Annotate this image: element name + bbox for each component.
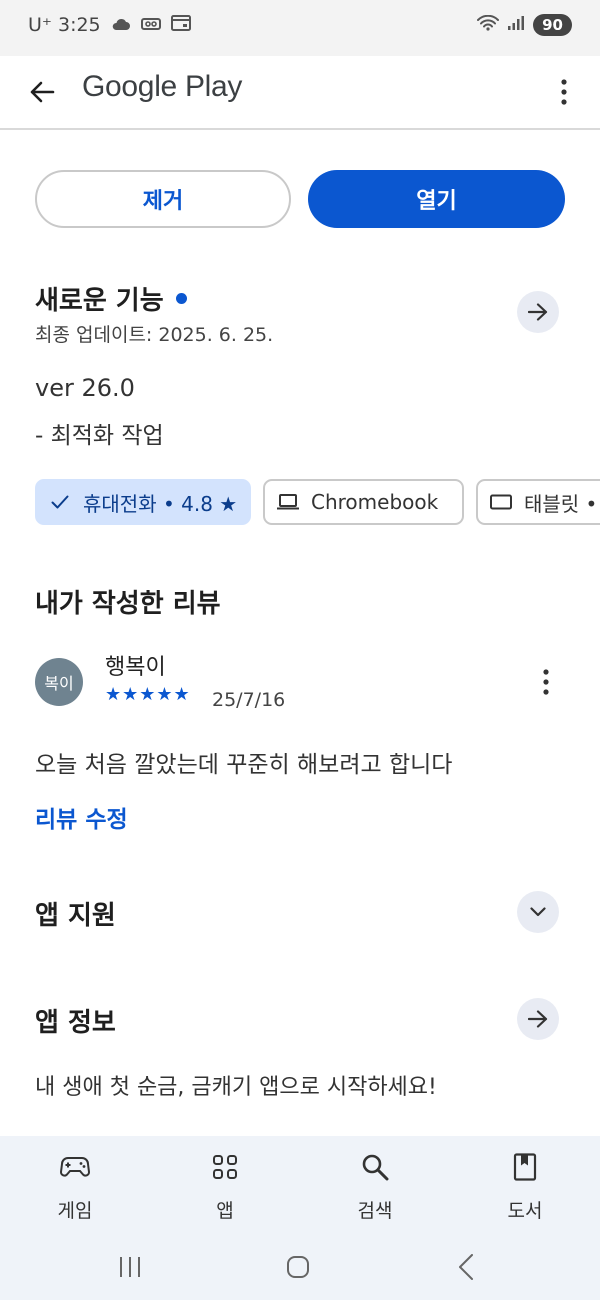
chip-tablet[interactable]: 태블릿 •: [476, 479, 600, 525]
battery-indicator: 90: [533, 14, 572, 36]
chip-label: Chromebook: [311, 490, 439, 514]
system-nav-bar: [0, 1234, 600, 1300]
tablet-icon: [490, 491, 512, 513]
chip-phone[interactable]: 휴대전화 • 4.8 ★: [35, 479, 251, 525]
reviewer-name: 행복이: [105, 655, 166, 680]
about-app-title[interactable]: 앱 정보: [35, 1002, 116, 1039]
arrow-back-icon: [30, 81, 55, 103]
avatar: 복이: [35, 658, 83, 706]
nav-search[interactable]: 검색: [315, 1136, 435, 1234]
gamepad-icon: [60, 1152, 90, 1182]
review-text: 오늘 처음 깔았는데 꾸준히 해보려고 합니다: [35, 752, 453, 778]
chip-label: 휴대전화 • 4.8 ★: [83, 491, 238, 516]
nav-label: 도서: [507, 1200, 543, 1222]
nav-books[interactable]: 도서: [465, 1136, 585, 1234]
cloud-icon: [111, 14, 131, 36]
laptop-icon: [277, 491, 299, 513]
open-button[interactable]: 열기: [308, 170, 565, 228]
arrow-forward-icon: [528, 1010, 548, 1028]
nav-label: 검색: [357, 1200, 393, 1222]
remove-button[interactable]: 제거: [35, 170, 291, 228]
chip-label: 태블릿 •: [524, 491, 598, 516]
app-bar: Google Play: [0, 56, 600, 130]
nav-label: 앱: [216, 1200, 234, 1222]
nav-games[interactable]: 게임: [15, 1136, 135, 1234]
whats-new-title[interactable]: 새로운 기능: [35, 280, 187, 317]
my-review-title: 내가 작성한 리뷰: [35, 589, 221, 619]
more-vert-icon: [561, 79, 567, 105]
nav-apps[interactable]: 앱: [165, 1136, 285, 1234]
arrow-forward-icon: [528, 303, 548, 321]
wifi-icon: [477, 14, 500, 35]
home-button[interactable]: [278, 1252, 318, 1282]
app-support-expand-button[interactable]: [517, 891, 559, 933]
release-notes: - 최적화 작업: [35, 423, 164, 449]
about-description: 내 생애 첫 순금, 금캐기 앱으로 시작하세요!: [35, 1075, 437, 1100]
about-app-arrow-button[interactable]: [517, 998, 559, 1040]
chip-chromebook[interactable]: Chromebook: [263, 479, 464, 525]
apps-grid-icon: [210, 1152, 240, 1182]
device-chips: 휴대전화 • 4.8 ★ Chromebook 태블릿 •: [35, 479, 600, 527]
system-back-button[interactable]: [446, 1252, 486, 1282]
recents-button[interactable]: [110, 1252, 150, 1282]
voicemail-icon: [140, 14, 161, 36]
book-icon: [510, 1152, 540, 1182]
search-icon: [360, 1152, 390, 1182]
nav-label: 게임: [57, 1200, 93, 1222]
star-rating: ★★★★★: [105, 684, 191, 705]
bottom-nav: 게임 앱 검색 도서: [0, 1136, 600, 1234]
card-icon: [170, 14, 191, 36]
review-more-button[interactable]: [534, 664, 558, 700]
check-icon: [49, 491, 71, 513]
more-vert-icon: [543, 669, 549, 695]
review-date: 25/7/16: [212, 689, 286, 711]
app-support-title[interactable]: 앱 지원: [35, 895, 116, 932]
action-buttons: 제거 열기: [35, 170, 565, 228]
edit-review-link[interactable]: 리뷰 수정: [35, 800, 128, 834]
chevron-down-icon: [530, 907, 546, 917]
version-text: ver 26.0: [35, 374, 135, 402]
carrier-time: U⁺ 3:25: [28, 14, 101, 36]
recents-icon: [120, 1257, 140, 1277]
home-icon: [287, 1256, 309, 1278]
new-indicator-dot: [175, 293, 187, 304]
status-left: U⁺ 3:25: [28, 14, 191, 36]
app-title: Google Play: [82, 70, 243, 103]
signal-icon: [507, 15, 525, 35]
chevron-left-icon: [459, 1254, 473, 1280]
more-options-button[interactable]: [552, 70, 576, 114]
last-updated: 최종 업데이트: 2025. 6. 25.: [35, 324, 274, 346]
status-right: 90: [477, 14, 572, 36]
back-button[interactable]: [22, 72, 62, 112]
whats-new-title-text: 새로운 기능: [35, 286, 164, 316]
status-bar: U⁺ 3:25 90: [0, 0, 600, 56]
whats-new-arrow-button[interactable]: [517, 291, 559, 333]
